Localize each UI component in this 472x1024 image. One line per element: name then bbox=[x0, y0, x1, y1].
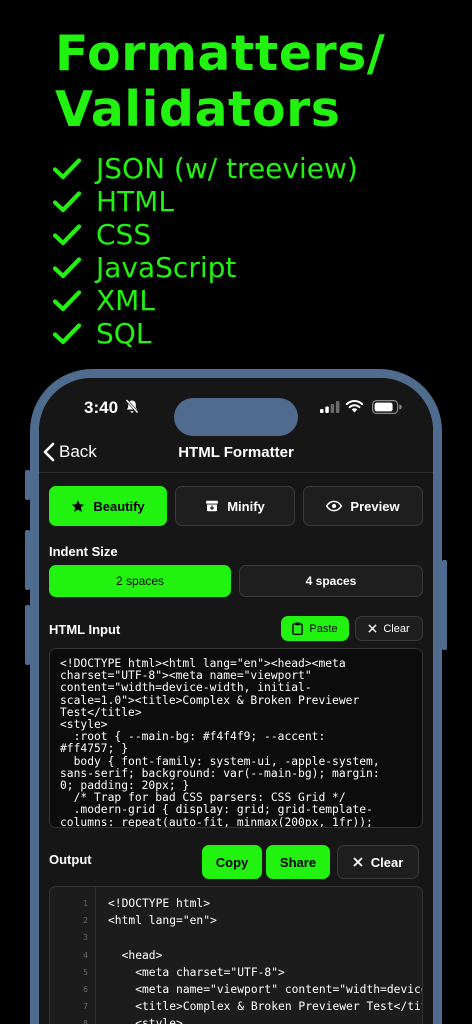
feature-label: JSON (w/ treeview) bbox=[96, 152, 358, 185]
beautify-button[interactable]: Beautify bbox=[49, 486, 167, 526]
checkmark-icon bbox=[52, 289, 82, 311]
line-code: <html lang="en"> bbox=[108, 914, 217, 928]
status-bar: 3:40 bbox=[39, 378, 433, 438]
line-code: <meta charset="UTF-8"> bbox=[108, 965, 285, 979]
code-line: 3 bbox=[50, 929, 422, 946]
share-button[interactable]: Share bbox=[266, 845, 330, 879]
feature-item: SQL bbox=[52, 317, 358, 350]
line-code: <head> bbox=[108, 948, 163, 962]
clipboard-icon bbox=[292, 622, 304, 635]
input-line: content="width=device-width, initial- bbox=[60, 681, 312, 695]
archive-icon bbox=[206, 500, 219, 512]
code-line: 5 <meta charset="UTF-8"> bbox=[50, 964, 422, 981]
status-time: 3:40 bbox=[84, 398, 119, 417]
clear-output-button[interactable]: Clear bbox=[337, 845, 419, 879]
code-line: 1 <!DOCTYPE html> bbox=[50, 895, 422, 912]
feature-item: HTML bbox=[52, 185, 358, 218]
wifi-icon bbox=[345, 400, 364, 413]
feature-label: JavaScript bbox=[96, 251, 237, 284]
page-title: HTML Formatter bbox=[178, 444, 294, 461]
battery-icon bbox=[372, 400, 402, 414]
feature-label: XML bbox=[96, 284, 155, 317]
input-line: .modern-grid { display: grid; grid-templ… bbox=[60, 803, 373, 817]
input-line: #ff4757; } bbox=[60, 742, 129, 756]
line-number: 4 bbox=[83, 950, 88, 960]
preview-button[interactable]: Preview bbox=[303, 486, 423, 526]
code-line: 2 <html lang="en"> bbox=[50, 912, 422, 929]
input-line: body { font-family: system-ui, -apple-sy… bbox=[60, 754, 380, 768]
navigation-bar: Back HTML Formatter bbox=[39, 438, 433, 473]
preview-label: Preview bbox=[350, 498, 400, 514]
line-code: <style> bbox=[108, 1017, 183, 1024]
feature-item: JSON (w/ treeview) bbox=[52, 152, 358, 185]
feature-label: SQL bbox=[96, 317, 152, 350]
input-line: scale=1.0"><title>Complex & Broken Previ… bbox=[60, 693, 360, 707]
checkmark-icon bbox=[52, 190, 82, 212]
line-number: 1 bbox=[83, 899, 88, 908]
phone-side-button bbox=[25, 605, 30, 665]
phone-side-button bbox=[25, 470, 30, 500]
signal-icon bbox=[320, 401, 340, 413]
feature-item: XML bbox=[52, 284, 358, 317]
code-line: 4 <head> bbox=[50, 947, 422, 964]
clear-input-label: Clear bbox=[383, 622, 410, 635]
line-number: 7 bbox=[83, 1002, 88, 1012]
line-number: 3 bbox=[83, 933, 88, 943]
copy-label: Copy bbox=[215, 854, 249, 870]
bell-slash-icon bbox=[125, 399, 139, 414]
paste-button[interactable]: Paste bbox=[281, 616, 349, 641]
checkmark-icon bbox=[52, 322, 82, 344]
feature-label: HTML bbox=[96, 185, 174, 218]
indent-2-spaces-button[interactable]: 2 spaces bbox=[49, 565, 231, 597]
html-input-text: <!DOCTYPE html><html lang="en"><head><me… bbox=[60, 657, 416, 828]
line-number: 5 bbox=[83, 967, 88, 977]
checkmark-icon bbox=[52, 157, 82, 179]
html-input-field[interactable]: <!DOCTYPE html><html lang="en"><head><me… bbox=[49, 648, 423, 828]
line-code: <!DOCTYPE html> bbox=[108, 897, 211, 910]
indent-2-spaces-label: 2 spaces bbox=[115, 574, 165, 588]
share-label: Share bbox=[279, 854, 317, 870]
output-label: Output bbox=[49, 852, 92, 867]
input-line: columns: repeat(auto-fit, minmax(200px, … bbox=[60, 815, 373, 828]
beautify-label: Beautify bbox=[93, 498, 145, 514]
close-icon bbox=[368, 624, 377, 633]
line-number: 2 bbox=[83, 916, 88, 926]
copy-button[interactable]: Copy bbox=[202, 845, 262, 879]
code-line: 7 <title>Complex & Broken Previewer Test… bbox=[50, 998, 423, 1015]
html-input-label: HTML Input bbox=[49, 622, 121, 637]
close-icon bbox=[353, 857, 363, 867]
line-number: 6 bbox=[83, 985, 88, 994]
eye-icon bbox=[326, 500, 343, 512]
feature-list: JSON (w/ treeview) HTML CSS JavaScript XML SQ… bbox=[52, 152, 358, 350]
checkmark-icon bbox=[52, 223, 82, 245]
feature-label: CSS bbox=[96, 218, 152, 251]
clear-output-label: Clear bbox=[370, 854, 404, 870]
line-code: <title>Complex & Broken Previewer Test</… bbox=[108, 1000, 423, 1014]
feature-item: CSS bbox=[52, 218, 358, 251]
indent-4-spaces-label: 4 spaces bbox=[305, 574, 357, 588]
code-line: 8 <style> bbox=[50, 1015, 422, 1024]
paste-label: Paste bbox=[309, 622, 338, 635]
feature-item: JavaScript bbox=[52, 251, 358, 284]
output-code-view[interactable]: 1 <!DOCTYPE html> 2 <html lang="en"> 3 4 <hea… bbox=[49, 886, 423, 1024]
dynamic-island bbox=[174, 398, 298, 436]
minify-button[interactable]: Minify bbox=[175, 486, 295, 526]
phone-side-button bbox=[25, 530, 30, 590]
phone-side-button bbox=[442, 560, 447, 650]
hero-title: Formatters/ Validators bbox=[55, 26, 385, 138]
input-line: Test</title> bbox=[60, 705, 142, 719]
clear-input-button[interactable]: Clear bbox=[355, 616, 423, 641]
indent-4-spaces-button[interactable]: 4 spaces bbox=[239, 565, 423, 597]
line-code: <meta name="viewport" content="width=dev… bbox=[135, 983, 423, 996]
code-line: 6 <meta name="viewport" content="width=d… bbox=[50, 981, 423, 998]
hero-title-line-2: Validators bbox=[55, 81, 341, 138]
hero-title-line-1: Formatters/ bbox=[55, 25, 386, 82]
checkmark-icon bbox=[52, 256, 82, 278]
star-icon bbox=[72, 500, 85, 512]
minify-label: Minify bbox=[227, 498, 265, 514]
phone-screen: 3:40 Back HTML Formatter Beautify Minify… bbox=[39, 378, 433, 1024]
indent-size-label: Indent Size bbox=[49, 544, 118, 559]
line-number: 8 bbox=[83, 1019, 88, 1024]
